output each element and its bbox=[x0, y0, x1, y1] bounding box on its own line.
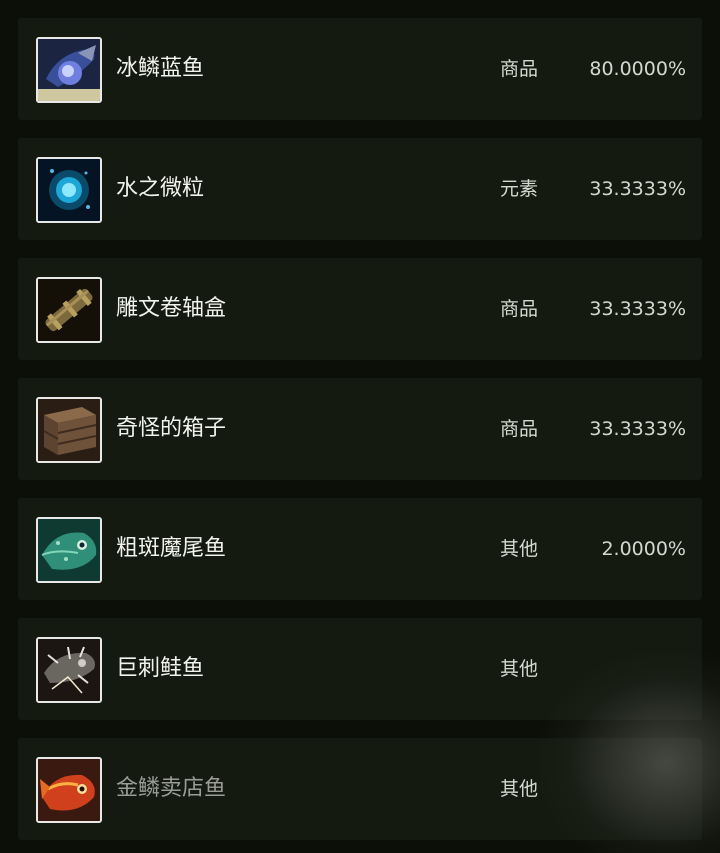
blue-fish-icon bbox=[36, 37, 102, 103]
item-drop-rate: 33.3333% bbox=[589, 178, 686, 200]
item-name: 冰鳞蓝鱼 bbox=[116, 56, 205, 81]
item-type: 商品 bbox=[500, 58, 539, 80]
item-type: 商品 bbox=[500, 298, 539, 320]
list-item[interactable]: 冰鳞蓝鱼 商品 80.0000% bbox=[18, 18, 702, 120]
green-fish-icon bbox=[36, 517, 102, 583]
item-type: 其他 bbox=[500, 658, 539, 680]
item-drop-rate: 2.0000% bbox=[601, 538, 686, 560]
item-name: 巨刺鲑鱼 bbox=[116, 656, 205, 681]
list-item[interactable]: 水之微粒 元素 33.3333% bbox=[18, 138, 702, 240]
item-drop-rate: 33.3333% bbox=[589, 298, 686, 320]
item-drop-rate: 33.3333% bbox=[589, 418, 686, 440]
item-name: 金鳞卖店鱼 bbox=[116, 776, 227, 801]
item-name: 雕文卷轴盒 bbox=[116, 296, 227, 321]
item-name: 粗斑魔尾鱼 bbox=[116, 536, 227, 561]
item-type: 元素 bbox=[500, 178, 539, 200]
list-item[interactable]: 金鳞卖店鱼 其他 bbox=[18, 738, 702, 840]
item-name: 奇怪的箱子 bbox=[116, 416, 227, 441]
wooden-crate-icon bbox=[36, 397, 102, 463]
red-fish-icon bbox=[36, 757, 102, 823]
list-item[interactable]: 雕文卷轴盒 商品 33.3333% bbox=[18, 258, 702, 360]
list-item[interactable]: 奇怪的箱子 商品 33.3333% bbox=[18, 378, 702, 480]
list-item[interactable]: 巨刺鲑鱼 其他 bbox=[18, 618, 702, 720]
item-type: 商品 bbox=[500, 418, 539, 440]
item-name: 水之微粒 bbox=[116, 176, 205, 201]
spiny-fish-icon bbox=[36, 637, 102, 703]
item-type: 其他 bbox=[500, 778, 539, 800]
list-item[interactable]: 粗斑魔尾鱼 其他 2.0000% bbox=[18, 498, 702, 600]
item-type: 其他 bbox=[500, 538, 539, 560]
item-drop-rate: 80.0000% bbox=[589, 58, 686, 80]
drop-list: 冰鳞蓝鱼 商品 80.0000% 水之微粒 元素 33.3333% 雕文卷轴盒 … bbox=[0, 0, 720, 853]
scroll-case-icon bbox=[36, 277, 102, 343]
water-particle-icon bbox=[36, 157, 102, 223]
